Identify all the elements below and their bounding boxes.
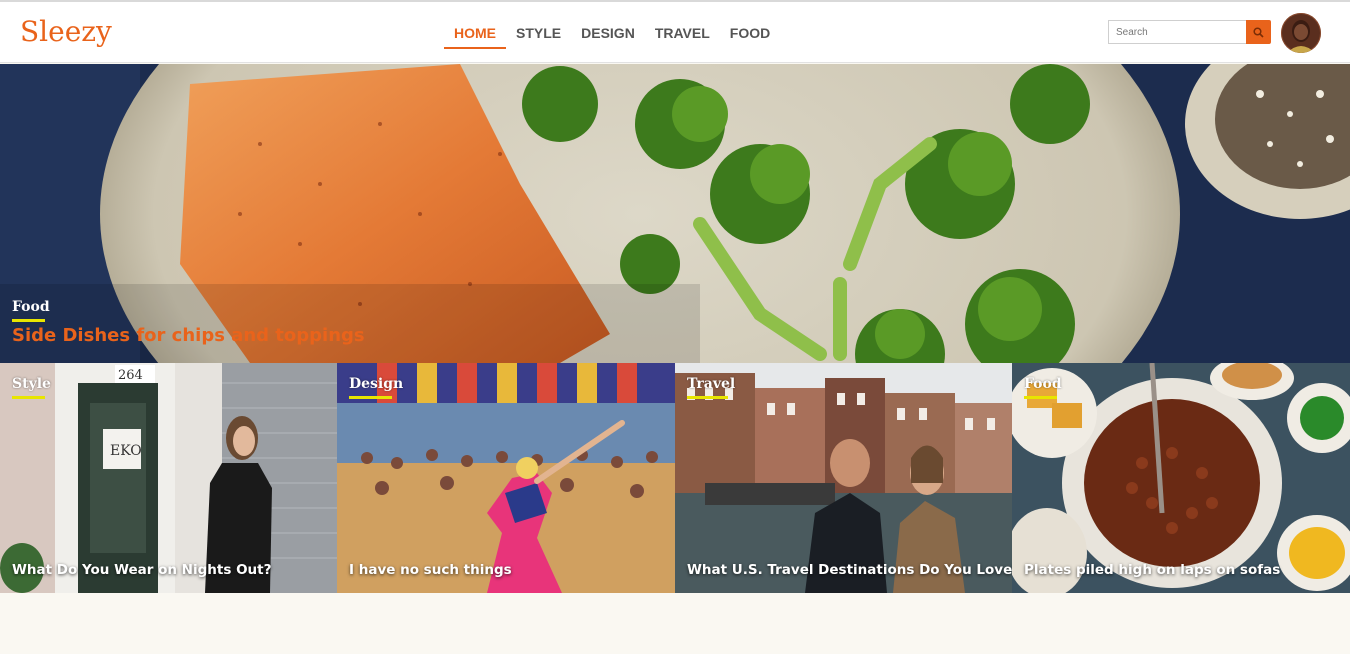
- card-category-label[interactable]: Style: [12, 376, 51, 392]
- hero-category-label[interactable]: Food: [12, 299, 50, 315]
- card-title[interactable]: What U.S. Travel Destinations Do You Lov…: [687, 562, 1012, 578]
- search-input[interactable]: [1108, 20, 1246, 44]
- article-card-style[interactable]: EKO 264 Style What Do You Wear on Nights…: [0, 363, 337, 593]
- nav-item-design[interactable]: DESIGN: [571, 2, 645, 63]
- card-title[interactable]: What Do You Wear on Nights Out?: [12, 562, 271, 578]
- search-button[interactable]: [1246, 20, 1271, 44]
- article-cards: EKO 264 Style What Do You Wear on Nights…: [0, 363, 1350, 593]
- card-category-underline: [687, 396, 728, 399]
- hero-image: [0, 64, 1350, 363]
- search-icon: [1253, 26, 1264, 38]
- article-image-food: [1012, 363, 1350, 593]
- nav-item-food[interactable]: FOOD: [720, 2, 780, 63]
- card-category-underline: [349, 396, 392, 399]
- card-category-label[interactable]: Food: [1024, 376, 1062, 392]
- nav-item-style[interactable]: STYLE: [506, 2, 571, 63]
- svg-text:264: 264: [118, 368, 143, 383]
- svg-text:EKO: EKO: [110, 443, 142, 459]
- card-category-underline: [1024, 396, 1057, 399]
- avatar[interactable]: [1281, 13, 1321, 53]
- card-title[interactable]: I have no such things: [349, 562, 512, 578]
- hero-category-underline: [12, 319, 45, 322]
- nav-item-travel[interactable]: TRAVEL: [645, 2, 720, 63]
- main-nav: HOME STYLE DESIGN TRAVEL FOOD: [444, 2, 780, 63]
- article-image-style: EKO 264: [0, 363, 337, 593]
- card-title[interactable]: Plates piled high on laps on sofas: [1024, 562, 1280, 578]
- article-card-travel[interactable]: Travel What U.S. Travel Destinations Do …: [675, 363, 1012, 593]
- card-category-label[interactable]: Travel: [687, 376, 735, 392]
- nav-item-home[interactable]: HOME: [444, 2, 506, 63]
- search-bar: [1108, 20, 1271, 44]
- site-logo[interactable]: Sleezy: [20, 15, 112, 48]
- article-card-food[interactable]: Food Plates piled high on laps on sofas: [1012, 363, 1350, 593]
- article-card-design[interactable]: Design I have no such things: [337, 363, 675, 593]
- page-footer-space: [0, 593, 1350, 654]
- card-category-label[interactable]: Design: [349, 376, 403, 392]
- site-header: Sleezy HOME STYLE DESIGN TRAVEL FOOD: [0, 2, 1350, 63]
- hero-title[interactable]: Side Dishes for chips and toppings: [12, 325, 365, 346]
- card-category-underline: [12, 396, 45, 399]
- hero-feature[interactable]: Food Side Dishes for chips and toppings: [0, 64, 1350, 363]
